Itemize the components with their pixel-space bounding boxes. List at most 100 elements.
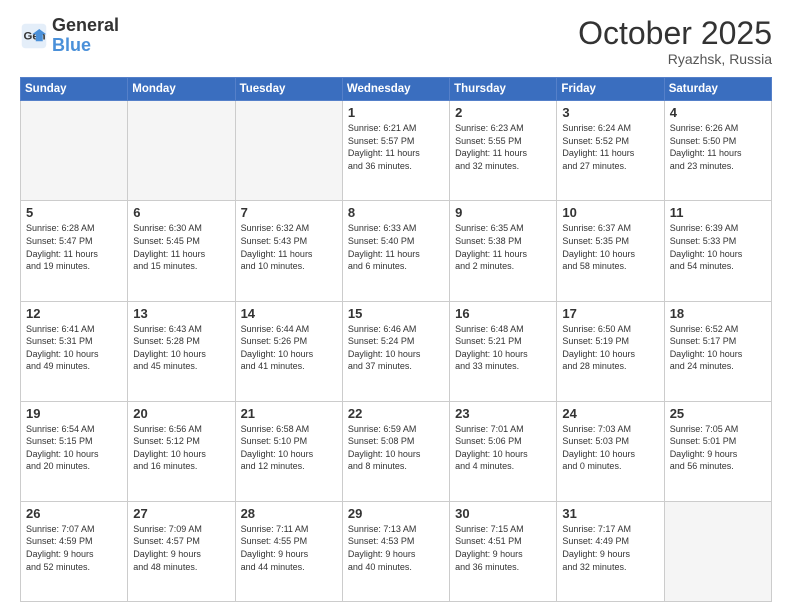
logo: Gen General Blue (20, 16, 119, 56)
day-info: Sunrise: 6:30 AM Sunset: 5:45 PM Dayligh… (133, 222, 229, 272)
calendar-cell: 4 Sunrise: 6:26 AM Sunset: 5:50 PM Daylig… (664, 101, 771, 201)
day-info: Sunrise: 6:58 AM Sunset: 5:10 PM Dayligh… (241, 423, 337, 473)
day-info: Sunrise: 7:15 AM Sunset: 4:51 PM Dayligh… (455, 523, 551, 573)
day-number: 25 (670, 406, 766, 421)
day-info: Sunrise: 6:56 AM Sunset: 5:12 PM Dayligh… (133, 423, 229, 473)
day-info: Sunrise: 6:32 AM Sunset: 5:43 PM Dayligh… (241, 222, 337, 272)
calendar-cell (128, 101, 235, 201)
day-number: 7 (241, 205, 337, 220)
logo-line2: Blue (52, 36, 119, 56)
day-info: Sunrise: 6:52 AM Sunset: 5:17 PM Dayligh… (670, 323, 766, 373)
day-number: 26 (26, 506, 122, 521)
calendar-cell: 31 Sunrise: 7:17 AM Sunset: 4:49 PM Dayli… (557, 501, 664, 601)
day-info: Sunrise: 6:26 AM Sunset: 5:50 PM Dayligh… (670, 122, 766, 172)
day-number: 30 (455, 506, 551, 521)
calendar-cell: 25 Sunrise: 7:05 AM Sunset: 5:01 PM Dayli… (664, 401, 771, 501)
calendar-cell: 21Sunrise: 6:58 AM Sunset: 5:10 PM Dayli… (235, 401, 342, 501)
calendar-cell: 15Sunrise: 6:46 AM Sunset: 5:24 PM Dayli… (342, 301, 449, 401)
day-number: 31 (562, 506, 658, 521)
week-row-1: 5Sunrise: 6:28 AM Sunset: 5:47 PM Daylig… (21, 201, 772, 301)
day-info: Sunrise: 6:39 AM Sunset: 5:33 PM Dayligh… (670, 222, 766, 272)
logo-line1: General (52, 16, 119, 36)
day-info: Sunrise: 6:35 AM Sunset: 5:38 PM Dayligh… (455, 222, 551, 272)
day-number: 11 (670, 205, 766, 220)
day-number: 4 (670, 105, 766, 120)
day-info: Sunrise: 6:24 AM Sunset: 5:52 PM Dayligh… (562, 122, 658, 172)
calendar-cell: 22 Sunrise: 6:59 AM Sunset: 5:08 PM Dayli… (342, 401, 449, 501)
day-info: Sunrise: 6:41 AM Sunset: 5:31 PM Dayligh… (26, 323, 122, 373)
calendar-cell: 10 Sunrise: 6:37 AM Sunset: 5:35 PM Dayli… (557, 201, 664, 301)
day-number: 18 (670, 306, 766, 321)
day-number: 23 (455, 406, 551, 421)
calendar-cell (21, 101, 128, 201)
title-area: October 2025 Ryazhsk, Russia (578, 16, 772, 67)
location: Ryazhsk, Russia (578, 51, 772, 67)
day-number: 24 (562, 406, 658, 421)
logo-text: General Blue (52, 16, 119, 56)
day-number: 13 (133, 306, 229, 321)
day-info: Sunrise: 6:44 AM Sunset: 5:26 PM Dayligh… (241, 323, 337, 373)
calendar-cell: 9 Sunrise: 6:35 AM Sunset: 5:38 PM Daylig… (450, 201, 557, 301)
day-info: Sunrise: 6:37 AM Sunset: 5:35 PM Dayligh… (562, 222, 658, 272)
day-number: 14 (241, 306, 337, 321)
day-info: Sunrise: 6:48 AM Sunset: 5:21 PM Dayligh… (455, 323, 551, 373)
day-info: Sunrise: 6:43 AM Sunset: 5:28 PM Dayligh… (133, 323, 229, 373)
weekday-header-friday: Friday (557, 78, 664, 101)
weekday-header-wednesday: Wednesday (342, 78, 449, 101)
calendar-cell: 23 Sunrise: 7:01 AM Sunset: 5:06 PM Dayli… (450, 401, 557, 501)
calendar-table: SundayMondayTuesdayWednesdayThursdayFrid… (20, 77, 772, 602)
calendar-cell: 14 Sunrise: 6:44 AM Sunset: 5:26 PM Dayli… (235, 301, 342, 401)
day-number: 1 (348, 105, 444, 120)
day-number: 28 (241, 506, 337, 521)
calendar-cell: 29Sunrise: 7:13 AM Sunset: 4:53 PM Dayli… (342, 501, 449, 601)
day-number: 29 (348, 506, 444, 521)
week-row-2: 12Sunrise: 6:41 AM Sunset: 5:31 PM Dayli… (21, 301, 772, 401)
day-number: 8 (348, 205, 444, 220)
calendar-cell: 20Sunrise: 6:56 AM Sunset: 5:12 PM Dayli… (128, 401, 235, 501)
calendar-cell: 19Sunrise: 6:54 AM Sunset: 5:15 PM Dayli… (21, 401, 128, 501)
weekday-header-monday: Monday (128, 78, 235, 101)
calendar-cell: 2Sunrise: 6:23 AM Sunset: 5:55 PM Daylig… (450, 101, 557, 201)
week-row-0: 1 Sunrise: 6:21 AM Sunset: 5:57 PM Daylig… (21, 101, 772, 201)
week-row-4: 26Sunrise: 7:07 AM Sunset: 4:59 PM Dayli… (21, 501, 772, 601)
weekday-header-saturday: Saturday (664, 78, 771, 101)
day-number: 9 (455, 205, 551, 220)
page: Gen General Blue October 2025 Ryazhsk, R… (0, 0, 792, 612)
calendar-cell: 26Sunrise: 7:07 AM Sunset: 4:59 PM Dayli… (21, 501, 128, 601)
calendar-cell: 12Sunrise: 6:41 AM Sunset: 5:31 PM Dayli… (21, 301, 128, 401)
day-info: Sunrise: 7:17 AM Sunset: 4:49 PM Dayligh… (562, 523, 658, 573)
calendar-cell: 6 Sunrise: 6:30 AM Sunset: 5:45 PM Daylig… (128, 201, 235, 301)
day-info: Sunrise: 6:50 AM Sunset: 5:19 PM Dayligh… (562, 323, 658, 373)
day-info: Sunrise: 6:28 AM Sunset: 5:47 PM Dayligh… (26, 222, 122, 272)
day-number: 17 (562, 306, 658, 321)
day-number: 6 (133, 205, 229, 220)
calendar-cell: 17 Sunrise: 6:50 AM Sunset: 5:19 PM Dayli… (557, 301, 664, 401)
week-row-3: 19Sunrise: 6:54 AM Sunset: 5:15 PM Dayli… (21, 401, 772, 501)
calendar-cell: 27 Sunrise: 7:09 AM Sunset: 4:57 PM Dayli… (128, 501, 235, 601)
day-number: 16 (455, 306, 551, 321)
day-info: Sunrise: 6:46 AM Sunset: 5:24 PM Dayligh… (348, 323, 444, 373)
calendar-cell: 28Sunrise: 7:11 AM Sunset: 4:55 PM Dayli… (235, 501, 342, 601)
calendar-cell: 8 Sunrise: 6:33 AM Sunset: 5:40 PM Daylig… (342, 201, 449, 301)
calendar-cell (235, 101, 342, 201)
day-info: Sunrise: 6:23 AM Sunset: 5:55 PM Dayligh… (455, 122, 551, 172)
weekday-header-row: SundayMondayTuesdayWednesdayThursdayFrid… (21, 78, 772, 101)
day-number: 10 (562, 205, 658, 220)
day-number: 3 (562, 105, 658, 120)
calendar-cell: 5Sunrise: 6:28 AM Sunset: 5:47 PM Daylig… (21, 201, 128, 301)
calendar-cell: 11 Sunrise: 6:39 AM Sunset: 5:33 PM Dayli… (664, 201, 771, 301)
month-title: October 2025 (578, 16, 772, 51)
day-info: Sunrise: 7:09 AM Sunset: 4:57 PM Dayligh… (133, 523, 229, 573)
day-info: Sunrise: 6:21 AM Sunset: 5:57 PM Dayligh… (348, 122, 444, 172)
day-info: Sunrise: 7:05 AM Sunset: 5:01 PM Dayligh… (670, 423, 766, 473)
day-number: 22 (348, 406, 444, 421)
day-number: 27 (133, 506, 229, 521)
calendar-cell: 13 Sunrise: 6:43 AM Sunset: 5:28 PM Dayli… (128, 301, 235, 401)
day-info: Sunrise: 6:33 AM Sunset: 5:40 PM Dayligh… (348, 222, 444, 272)
calendar-cell: 1 Sunrise: 6:21 AM Sunset: 5:57 PM Daylig… (342, 101, 449, 201)
weekday-header-tuesday: Tuesday (235, 78, 342, 101)
day-info: Sunrise: 7:01 AM Sunset: 5:06 PM Dayligh… (455, 423, 551, 473)
logo-icon: Gen (20, 22, 48, 50)
day-info: Sunrise: 6:59 AM Sunset: 5:08 PM Dayligh… (348, 423, 444, 473)
day-info: Sunrise: 7:03 AM Sunset: 5:03 PM Dayligh… (562, 423, 658, 473)
